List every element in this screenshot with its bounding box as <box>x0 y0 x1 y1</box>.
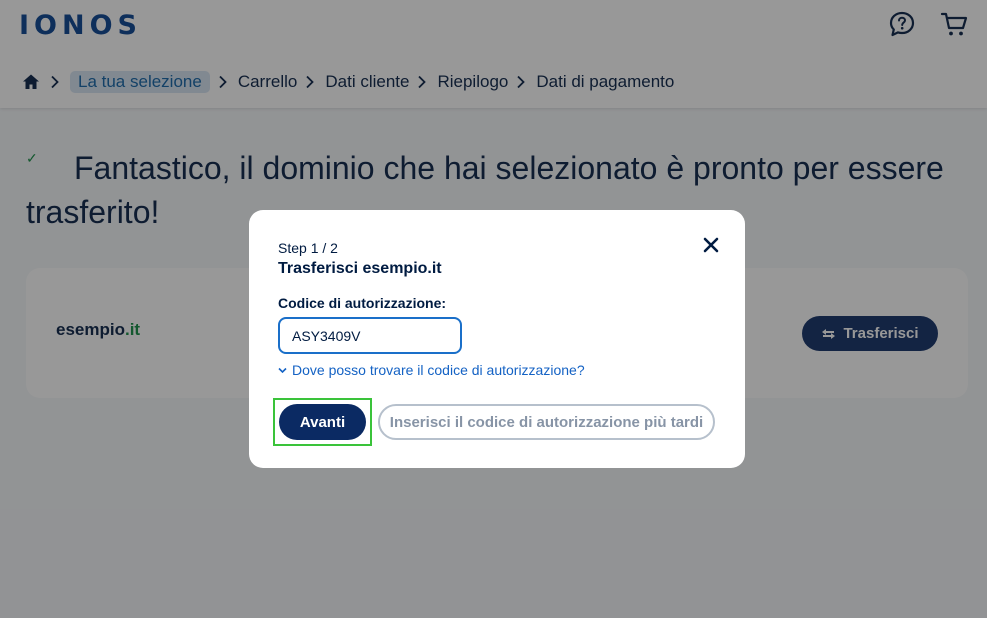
dialog-title: Trasferisci esempio.it <box>278 260 442 277</box>
next-button[interactable]: Avanti <box>279 404 366 440</box>
chevron-down-icon <box>278 367 287 373</box>
auth-code-input[interactable] <box>278 317 462 354</box>
step-indicator: Step 1 / 2 <box>278 240 338 256</box>
auth-code-help-text: Dove posso trovare il codice di autorizz… <box>292 362 585 378</box>
enter-later-button[interactable]: Inserisci il codice di autorizzazione pi… <box>378 404 715 440</box>
next-button-highlight: Avanti <box>273 398 372 446</box>
auth-code-help-link[interactable]: Dove posso trovare il codice di autorizz… <box>278 362 585 378</box>
transfer-dialog: Step 1 / 2 Trasferisci esempio.it Codice… <box>249 210 745 468</box>
auth-code-label: Codice di autorizzazione: <box>278 295 447 311</box>
close-icon[interactable] <box>702 236 720 254</box>
